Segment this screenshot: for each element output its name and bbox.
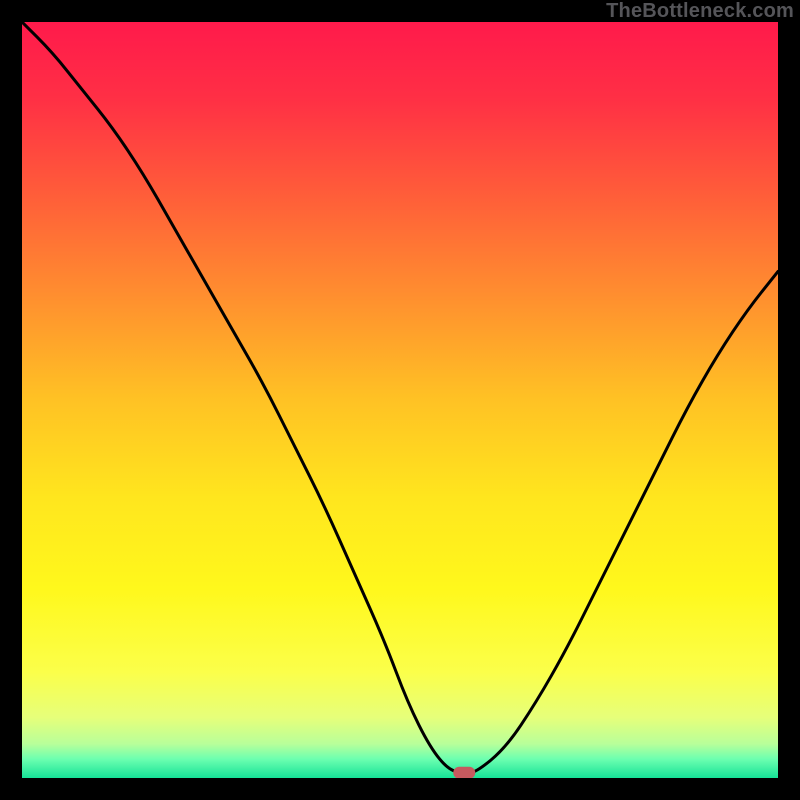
chart-svg xyxy=(22,22,778,778)
plot-area xyxy=(22,22,778,778)
minimum-marker xyxy=(453,767,475,778)
chart-frame: TheBottleneck.com xyxy=(0,0,800,800)
watermark-text: TheBottleneck.com xyxy=(606,0,794,23)
gradient-background xyxy=(22,22,778,778)
